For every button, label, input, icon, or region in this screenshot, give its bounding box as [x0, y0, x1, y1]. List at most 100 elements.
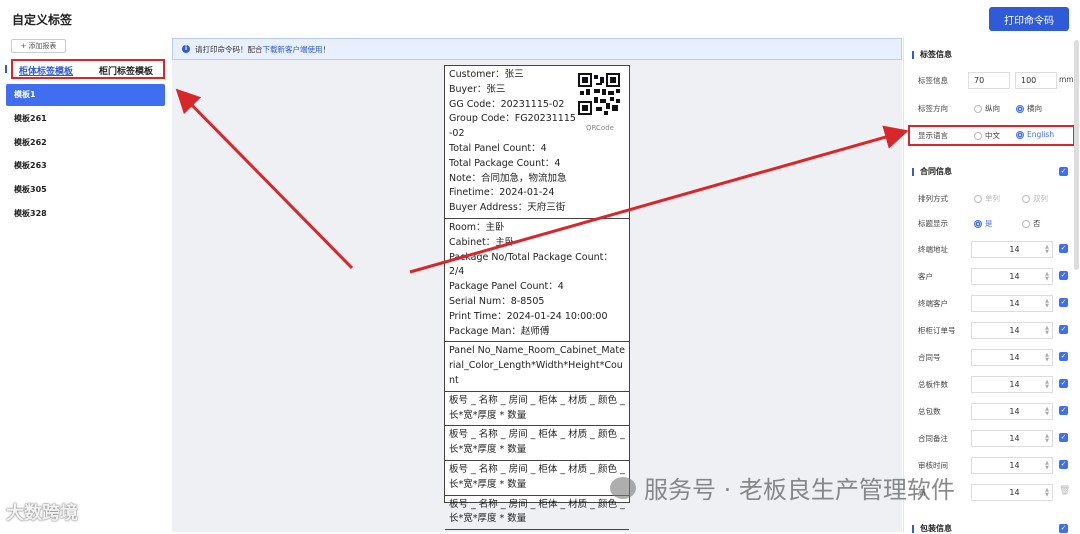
font-size-value: 14	[1009, 299, 1020, 308]
label-line: Cabinet：主卧	[449, 236, 515, 248]
title-show-row: 标题显示 是 否	[918, 215, 1073, 233]
radio-single-column[interactable]: 单列	[974, 193, 1000, 204]
size-row: 标签信息 70 100 mm	[918, 72, 1074, 90]
stepper-icon[interactable]: ▲ ▼	[1045, 380, 1049, 390]
label-line: Note：合同加急，物流加急	[449, 172, 567, 184]
download-client-link[interactable]: 下载新客户端使用	[263, 45, 323, 54]
stepper-icon[interactable]: ▲ ▼	[1045, 434, 1049, 444]
radio-dot	[1022, 194, 1030, 203]
field-checkbox[interactable]: ✓	[1059, 433, 1068, 442]
print-command-button[interactable]: 打印命令码	[989, 7, 1069, 31]
qr-label: QRCode	[586, 124, 614, 132]
stepper-icon[interactable]: ▲ ▼	[1045, 488, 1049, 498]
field-checkbox[interactable]: ✓	[1059, 379, 1068, 388]
stepper-icon[interactable]: ▲ ▼	[1045, 461, 1049, 471]
width-input[interactable]: 70	[968, 72, 1010, 89]
font-size-input[interactable]: 14 ▲ ▼	[971, 241, 1053, 258]
scrollbar[interactable]	[1074, 40, 1079, 270]
template-item[interactable]: 模板1	[6, 84, 165, 106]
radio-label: English	[1027, 130, 1055, 139]
stepper-icon[interactable]: ▲ ▼	[1045, 272, 1049, 282]
label-line: 长*宽*厚度 * 数量	[449, 409, 527, 421]
page-title: 自定义标签	[12, 13, 73, 27]
direction-row: 标签方向 纵向 横向	[918, 100, 1073, 118]
field-label: 合同备注	[918, 434, 948, 443]
template-item[interactable]: 模板328	[6, 203, 165, 225]
stepper-icon[interactable]: ▲ ▼	[1045, 353, 1049, 363]
stepper-icon[interactable]: ▲ ▼	[1045, 407, 1049, 417]
font-size-input[interactable]: 14 ▲ ▼	[971, 484, 1053, 501]
size-label: 标签信息	[918, 76, 948, 85]
template-item[interactable]: 模板261	[6, 108, 165, 130]
label-line: Buyer Address：天府三街	[449, 202, 566, 214]
field-checkbox[interactable]: ✓	[1059, 298, 1068, 307]
language-label: 显示语言	[918, 131, 948, 140]
radio-yes[interactable]: 是	[974, 218, 993, 229]
field-label: 总板件数	[918, 380, 948, 389]
panel-row: 板号 _ 名称 _ 房间 _ 柜体 _ 材质 _ 颜色 _ 长*宽*厚度 * 数…	[445, 461, 629, 496]
radio-no[interactable]: 否	[1022, 218, 1041, 229]
field-label: 终端地址	[918, 245, 948, 254]
field-checkbox[interactable]: ✓	[1059, 271, 1068, 280]
watermark-right-text: 服务号 · 老板良生产管理软件	[644, 476, 955, 504]
radio-landscape[interactable]: 横向	[1016, 103, 1042, 114]
height-input[interactable]: 100	[1015, 72, 1057, 89]
template-item[interactable]: 模板263	[6, 155, 165, 177]
font-size-input[interactable]: 14 ▲ ▼	[971, 403, 1053, 420]
font-size-value: 14	[1009, 434, 1020, 443]
font-size-input[interactable]: 14 ▲ ▼	[971, 349, 1053, 366]
stepper-icon[interactable]: ▲ ▼	[1045, 299, 1049, 309]
label-preview-card: Customer：张三 Buyer：张三 GG Code：20231115-02…	[444, 65, 630, 531]
field-row: 柜柜订单号 14 ▲ ▼ ✓	[918, 322, 1073, 340]
template-item[interactable]: 模板305	[6, 179, 165, 201]
watermark-right: 服务号 · 老板良生产管理软件	[610, 470, 955, 505]
contract-info-title: 合同信息	[912, 166, 952, 177]
unit-label: mm	[1059, 75, 1074, 84]
label-line: Package Panel Count：4	[449, 281, 564, 293]
field-checkbox[interactable]: ✓	[1059, 406, 1068, 415]
add-report-button[interactable]: + 添加报表	[11, 39, 66, 53]
label-line: 板号 _ 名称 _ 房间 _ 柜体 _ 材质 _ 颜色 _	[449, 498, 625, 510]
field-row: 总板件数 14 ▲ ▼ ✓	[918, 376, 1073, 394]
label-info-title: 标签信息	[912, 49, 952, 60]
label-line: 长*宽*厚度 * 数量	[449, 444, 527, 456]
label-line: Serial Num：8-8505	[449, 295, 545, 307]
template-item[interactable]: 模板262	[6, 132, 165, 154]
font-size-input[interactable]: 14 ▲ ▼	[971, 268, 1053, 285]
tab-marker	[5, 65, 7, 73]
package-info-title-text: 包装信息	[920, 524, 952, 533]
radio-portrait[interactable]: 纵向	[974, 103, 1000, 114]
direction-label: 标签方向	[918, 104, 948, 113]
field-row: 合同号 14 ▲ ▼ ✓	[918, 349, 1073, 367]
label-line: Finetime：2024-01-24	[449, 187, 555, 199]
layout-label: 排列方式	[918, 194, 948, 203]
radio-label: 中文	[985, 131, 1000, 140]
title-show-label: 标题显示	[918, 219, 948, 228]
radio-english[interactable]: English	[1016, 130, 1054, 139]
font-size-input[interactable]: 14 ▲ ▼	[971, 430, 1053, 447]
field-checkbox[interactable]: ✓	[1059, 352, 1068, 361]
radio-dot	[974, 104, 982, 113]
panel-row: 板号 _ 名称 _ 房间 _ 柜体 _ 材质 _ 颜色 _ 长*宽*厚度 * 数…	[445, 392, 629, 427]
field-checkbox[interactable]: ✓	[1059, 244, 1068, 253]
wechat-icon	[610, 476, 636, 499]
font-size-input[interactable]: 14 ▲ ▼	[971, 376, 1053, 393]
radio-dot	[1016, 104, 1024, 113]
font-size-value: 14	[1009, 245, 1020, 254]
tab-door-template[interactable]: 柜门标签模板	[99, 64, 153, 77]
field-checkbox[interactable]: ✓	[1059, 325, 1068, 334]
stepper-icon[interactable]: ▲ ▼	[1045, 326, 1049, 336]
label-line: 板号 _ 名称 _ 房间 _ 柜体 _ 材质 _ 颜色 _	[449, 394, 625, 406]
font-size-input[interactable]: 14 ▲ ▼	[971, 295, 1053, 312]
radio-label: 否	[1033, 219, 1041, 228]
tab-cabinet-template[interactable]: 柜体标签模板	[19, 64, 73, 77]
delete-icon[interactable]: 🗑	[1059, 486, 1070, 496]
font-size-input[interactable]: 14 ▲ ▼	[971, 322, 1053, 339]
contract-info-checkbox[interactable]: ✓	[1059, 167, 1068, 176]
stepper-icon[interactable]: ▲ ▼	[1045, 245, 1049, 255]
field-checkbox[interactable]: ✓	[1059, 460, 1068, 469]
radio-chinese[interactable]: 中文	[974, 130, 1000, 141]
font-size-input[interactable]: 14 ▲ ▼	[971, 457, 1053, 474]
radio-dot	[974, 219, 982, 228]
radio-double-column[interactable]: 双列	[1022, 193, 1048, 204]
